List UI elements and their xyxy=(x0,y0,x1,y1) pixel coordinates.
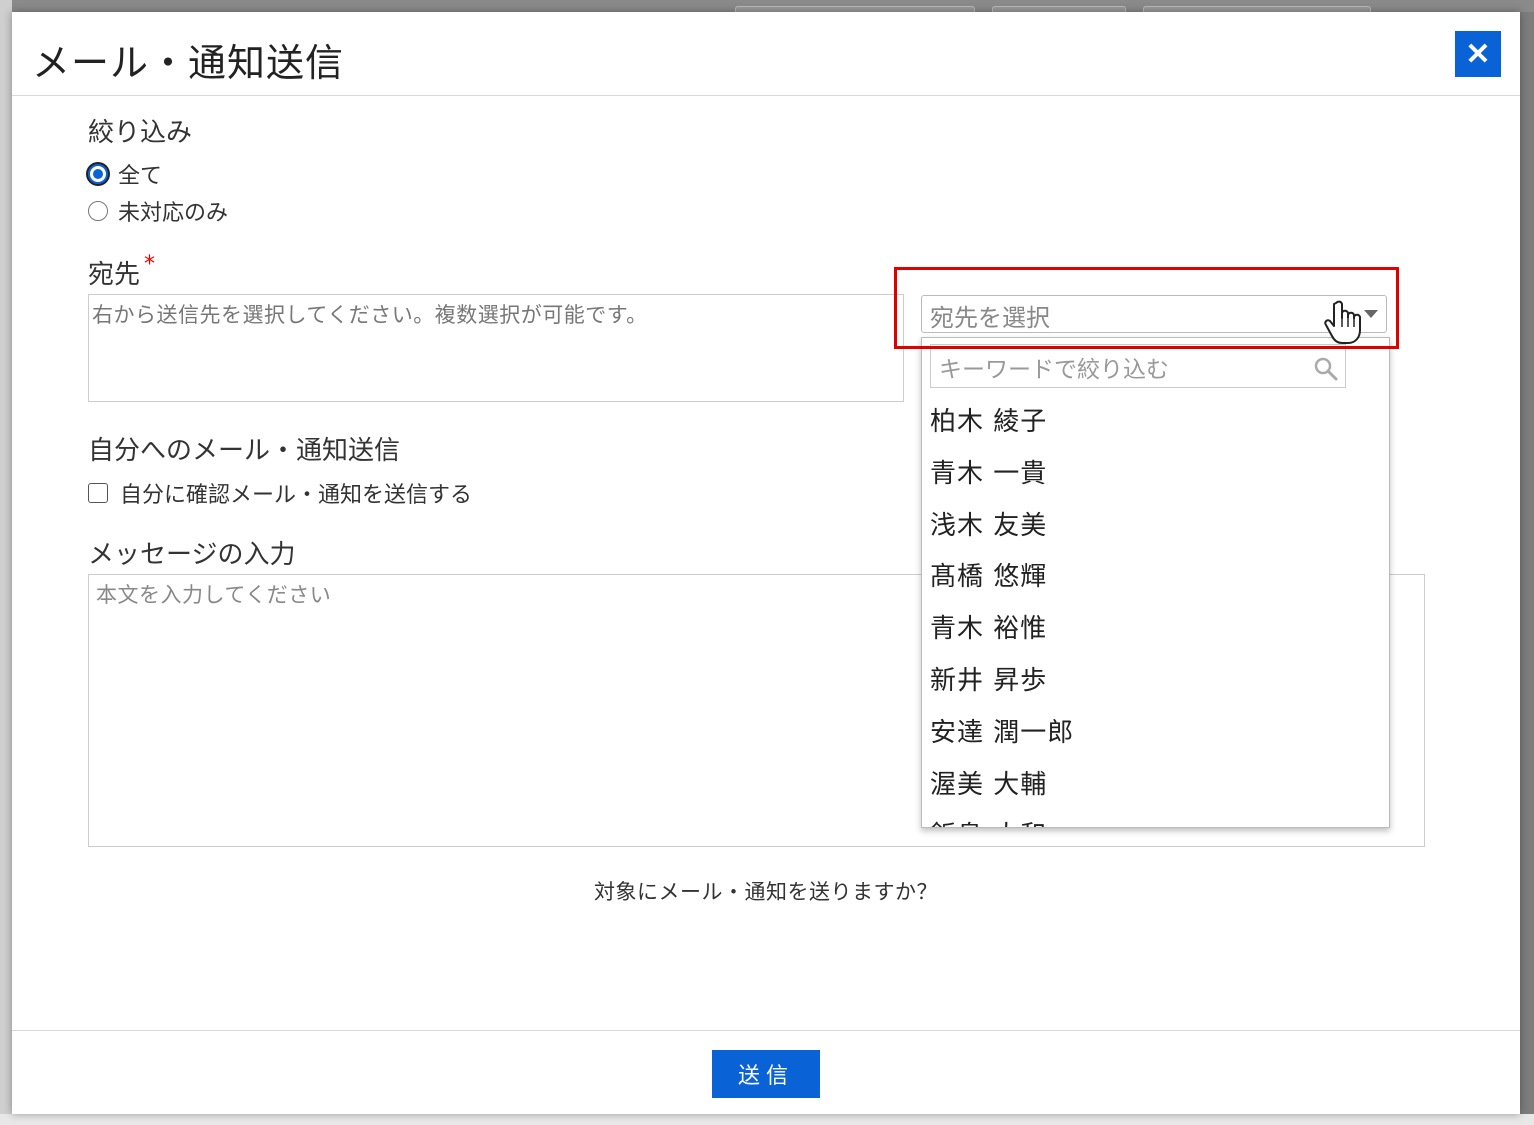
self-send-checkbox-label: 自分に確認メール・通知を送信する xyxy=(120,483,473,508)
filter-option-all[interactable]: 全て xyxy=(88,158,162,190)
message-label: メッセージの入力 xyxy=(88,540,296,570)
confirm-text: 対象にメール・通知を送りますか？ xyxy=(594,880,938,904)
recipient-option[interactable]: 渥美 大輔 xyxy=(922,759,1389,811)
recipient-label-text: 宛先 xyxy=(88,260,141,290)
send-button[interactable]: 送信 xyxy=(712,1050,820,1098)
recipient-option[interactable]: 浅木 友美 xyxy=(922,500,1389,552)
recipient-label: 宛先 * xyxy=(88,252,156,291)
recipient-option[interactable]: 青木 一貴 xyxy=(922,448,1389,500)
highlight-box xyxy=(894,267,1399,349)
search-icon xyxy=(1314,357,1338,381)
recipient-option[interactable]: 新井 昇歩 xyxy=(922,655,1389,707)
modal-header: メール・通知送信 ✕ xyxy=(12,12,1520,96)
required-mark: * xyxy=(144,252,156,277)
recipient-dropdown: キーワードで絞り込む 柏木 綾子 青木 一貴 浅木 友美 髙橋 悠輝 青木 裕惟 新井 昇… xyxy=(921,337,1390,828)
keyword-filter-input[interactable]: キーワードで絞り込む xyxy=(930,344,1346,388)
recipient-option[interactable]: 髙橋 悠輝 xyxy=(922,551,1389,603)
recipient-option-list: 柏木 綾子 青木 一貴 浅木 友美 髙橋 悠輝 青木 裕惟 新井 昇歩 安達 潤一郎 渥美 大… xyxy=(922,396,1389,827)
close-button[interactable]: ✕ xyxy=(1455,31,1501,77)
background-top xyxy=(0,0,1534,17)
radio-unhandled-label: 未対応のみ xyxy=(118,201,229,226)
recipient-option[interactable]: 安達 潤一郎 xyxy=(922,707,1389,759)
filter-option-unhandled[interactable]: 未対応のみ xyxy=(88,195,228,227)
modal-title: メール・通知送信 xyxy=(32,41,345,85)
recipient-option[interactable]: 飯島 大和 xyxy=(922,810,1389,827)
self-send-option[interactable]: 自分に確認メール・通知を送信する xyxy=(88,477,472,509)
filter-label: 絞り込み xyxy=(88,118,193,148)
radio-unhandled[interactable] xyxy=(88,201,108,221)
mail-notification-modal: メール・通知送信 ✕ 絞り込み 全て 未対応のみ 宛先 * 右から送信先を選択して… xyxy=(12,12,1520,1114)
self-send-checkbox[interactable] xyxy=(88,483,108,503)
recipient-list-box[interactable]: 右から送信先を選択してください。複数選択が可能です。 xyxy=(88,294,904,402)
background-left xyxy=(0,0,12,1125)
radio-all[interactable] xyxy=(88,164,108,184)
radio-all-label: 全て xyxy=(118,164,163,189)
background-bottom xyxy=(0,1114,1534,1125)
self-send-label: 自分へのメール・通知送信 xyxy=(88,436,401,466)
recipient-option[interactable]: 青木 裕惟 xyxy=(922,603,1389,655)
recipient-option[interactable]: 柏木 綾子 xyxy=(922,396,1389,448)
close-icon: ✕ xyxy=(1465,37,1491,71)
